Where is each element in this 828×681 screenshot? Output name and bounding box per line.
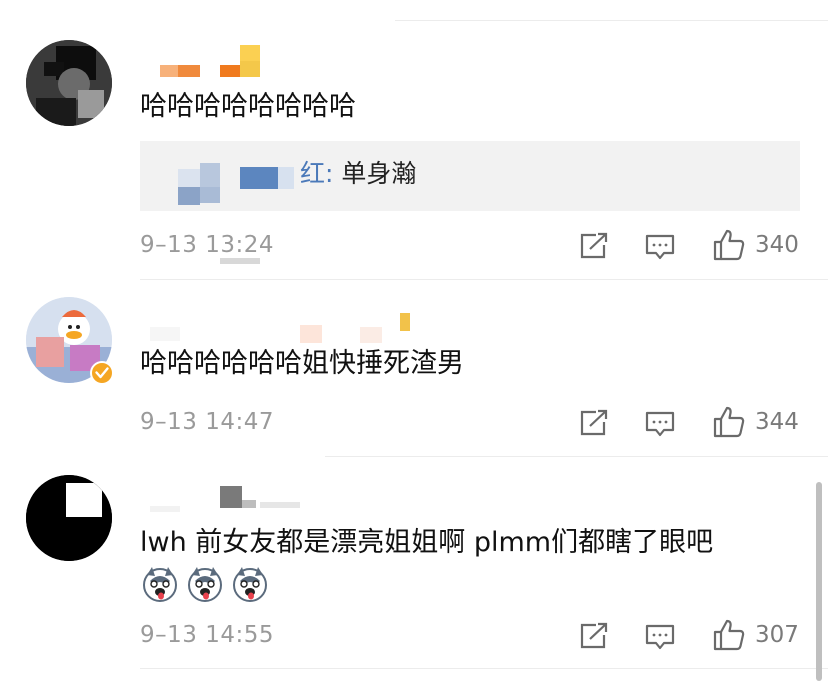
comment-icon[interactable]: [644, 232, 676, 262]
thumbs-up-icon[interactable]: [712, 618, 746, 652]
avatar-image: [26, 475, 112, 561]
scrollbar[interactable]: [816, 482, 822, 681]
thumbs-up-icon[interactable]: [712, 405, 746, 439]
comment-text: lwh 前女友都是漂亮姐姐啊 plmm们都瞎了眼吧: [140, 527, 714, 558]
quote-author-link[interactable]: 红: [300, 159, 325, 188]
avatar[interactable]: [26, 40, 112, 126]
like-count: 307: [755, 622, 799, 648]
like-count: 340: [755, 232, 799, 258]
comment-icon[interactable]: [644, 409, 676, 439]
comment-time: 9–13 14:47: [140, 409, 274, 435]
share-icon[interactable]: [578, 621, 610, 651]
quote-separator: :: [325, 159, 342, 188]
husky-emoji-icon: [143, 567, 177, 602]
comment-time: 9–13 13:24: [140, 232, 274, 258]
time-redaction: [220, 258, 260, 264]
like-count: 344: [755, 409, 799, 435]
comment-time: 9–13 14:55: [140, 622, 274, 648]
avatar-image: [26, 40, 112, 126]
quote-body: 单身瀚: [341, 159, 417, 188]
comment-divider: [325, 456, 828, 457]
comment-divider: [140, 668, 828, 669]
husky-emoji-icon: [188, 567, 222, 602]
share-icon[interactable]: [578, 231, 610, 261]
quote-author-avatar-redacted: [178, 163, 294, 205]
comment-text: 哈哈哈哈哈哈哈哈: [140, 91, 356, 122]
comment-icon[interactable]: [644, 622, 676, 652]
username-redacted[interactable]: [150, 305, 420, 345]
thumbs-up-icon[interactable]: [712, 228, 746, 262]
comment-divider: [140, 279, 828, 280]
verified-badge-icon: [90, 361, 114, 385]
comment-text: 哈哈哈哈哈哈姐快捶死渣男: [140, 348, 464, 379]
quoted-reply[interactable]: 红: 单身瀚: [140, 141, 800, 211]
username-redacted[interactable]: [150, 482, 320, 516]
share-icon[interactable]: [578, 408, 610, 438]
avatar[interactable]: [26, 475, 112, 561]
quote-line: 红: 单身瀚: [300, 158, 416, 190]
username-redacted[interactable]: [160, 45, 260, 79]
husky-emoji-icon: [233, 567, 267, 602]
top-divider: [395, 20, 828, 21]
